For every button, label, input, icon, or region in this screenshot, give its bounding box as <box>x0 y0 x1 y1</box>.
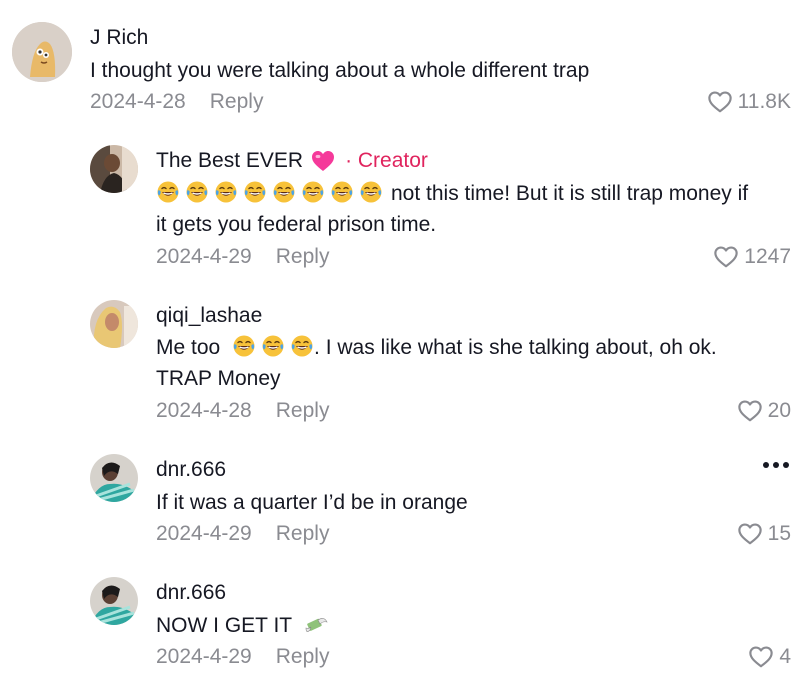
laughing-emoji-icon <box>214 180 238 204</box>
comment-username[interactable]: J Rich <box>90 26 148 50</box>
comment-date: 2024-4-29 <box>156 645 252 668</box>
avatar[interactable] <box>12 22 72 82</box>
comment-text-after: . I was like what is she talking about, … <box>314 336 717 359</box>
comment-text-line1: not this time! But it is still trap mone… <box>391 182 749 205</box>
more-options-icon[interactable] <box>763 462 789 468</box>
reply-button[interactable]: Reply <box>276 399 330 423</box>
heart-outline-icon <box>737 398 763 424</box>
laughing-emoji-icon <box>272 180 296 204</box>
heart-outline-icon <box>737 521 763 547</box>
avatar[interactable] <box>90 145 138 193</box>
pink-heart-icon <box>312 151 335 171</box>
like-button[interactable]: 11.8K <box>707 89 791 115</box>
comment-username[interactable]: dnr.666 <box>156 581 226 605</box>
comment-date: 2024-4-29 <box>156 522 252 545</box>
reply-button[interactable]: Reply <box>276 645 330 669</box>
like-button[interactable]: 15 <box>737 521 791 547</box>
comment-username[interactable]: dnr.666 <box>156 458 226 482</box>
laughing-emoji-icon <box>359 180 383 204</box>
like-button[interactable]: 1247 <box>713 244 791 270</box>
heart-outline-icon <box>707 89 733 115</box>
creator-badge: · Creator <box>345 149 428 172</box>
comment-text-before: Me too <box>156 336 221 359</box>
comment-text: Me too . I was like what is she talking … <box>156 332 786 394</box>
comment-text-line2: it gets you federal prison time. <box>156 213 437 236</box>
comment-text: not this time! But it is still trap mone… <box>156 178 786 240</box>
laughing-emoji-icon <box>290 334 314 358</box>
comment-meta: 2024-4-29 Reply <box>156 522 329 546</box>
comment-date: 2024-4-29 <box>156 245 252 268</box>
money-with-wings-emoji-icon <box>305 618 328 632</box>
username-text: The Best EVER <box>156 149 304 172</box>
comment-text: If it was a quarter I’d be in orange <box>156 491 468 514</box>
comment-date: 2024-4-28 <box>90 90 186 113</box>
laughing-emoji-icon <box>330 180 354 204</box>
laughing-emoji-icon <box>185 180 209 204</box>
like-count: 1247 <box>744 245 791 268</box>
like-count: 15 <box>767 522 791 545</box>
avatar[interactable] <box>90 300 138 348</box>
avatar[interactable] <box>90 454 138 502</box>
like-count: 4 <box>779 645 791 668</box>
comment-date: 2024-4-28 <box>156 399 252 422</box>
comment-text-main: NOW I GET IT <box>156 614 292 637</box>
comment-meta: 2024-4-28 Reply <box>90 90 263 114</box>
heart-outline-icon <box>713 244 739 270</box>
laughing-emoji-icon <box>243 180 267 204</box>
comment-text-line2: TRAP Money <box>156 367 281 390</box>
comment-meta: 2024-4-28 Reply <box>156 399 329 423</box>
comment-meta: 2024-4-29 Reply <box>156 645 329 669</box>
like-button[interactable]: 20 <box>737 398 791 424</box>
reply-button[interactable]: Reply <box>210 90 264 114</box>
comment-username[interactable]: qiqi_lashae <box>156 304 262 328</box>
comment-meta: 2024-4-29 Reply <box>156 245 329 269</box>
laughing-emoji-icon <box>156 180 180 204</box>
like-count: 11.8K <box>737 90 791 113</box>
like-count: 20 <box>767 399 791 422</box>
like-button[interactable]: 4 <box>748 644 791 670</box>
comment-text: I thought you were talking about a whole… <box>90 59 590 82</box>
heart-outline-icon <box>748 644 774 670</box>
laughing-emoji-icon <box>232 334 256 358</box>
comment-text: NOW I GET IT <box>156 610 333 641</box>
reply-button[interactable]: Reply <box>276 245 330 269</box>
laughing-emoji-icon <box>261 334 285 358</box>
laughing-emoji-icon <box>301 180 325 204</box>
comment-username[interactable]: The Best EVER · Creator <box>156 149 428 173</box>
avatar[interactable] <box>90 577 138 625</box>
reply-button[interactable]: Reply <box>276 522 330 546</box>
